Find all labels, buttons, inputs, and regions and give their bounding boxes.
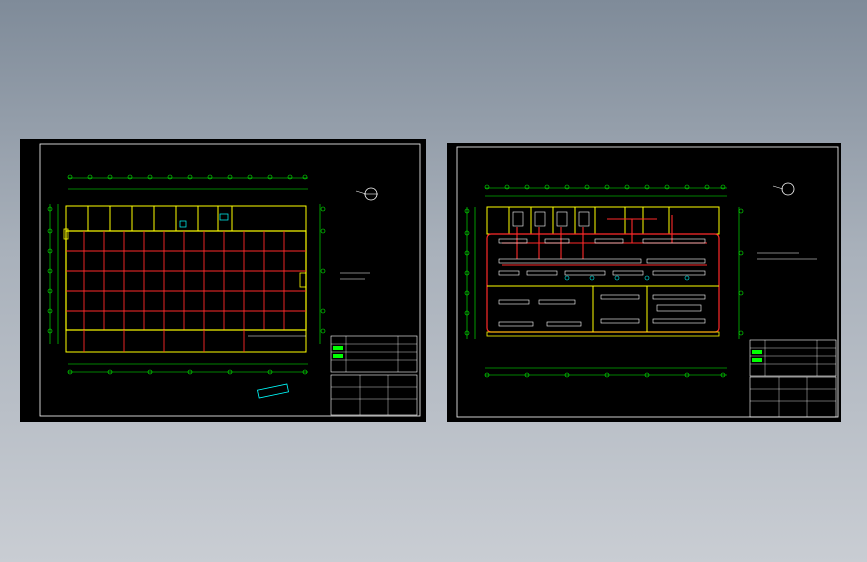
sheet-1-canvas bbox=[39, 143, 421, 417]
right-axis-markers bbox=[738, 208, 744, 336]
bottom-dimension-line bbox=[485, 367, 727, 376]
upper-rooms bbox=[65, 205, 307, 232]
title-block bbox=[749, 339, 837, 418]
upper-rooms bbox=[486, 206, 720, 235]
drawing-sheet-2 bbox=[447, 143, 841, 422]
top-dimension-line bbox=[485, 187, 727, 197]
left-dimension-line bbox=[49, 204, 59, 344]
top-axis-markers bbox=[67, 174, 308, 180]
top-dimension-line bbox=[68, 177, 308, 190]
left-dimension-line bbox=[466, 207, 476, 339]
north-arrow-icon bbox=[355, 187, 378, 201]
north-arrow-icon bbox=[772, 182, 795, 196]
main-hall-outline bbox=[65, 230, 307, 331]
side-door bbox=[299, 272, 307, 288]
equipment-valves bbox=[564, 275, 690, 281]
top-axis-markers bbox=[484, 184, 726, 190]
process-piping bbox=[502, 215, 707, 266]
structural-grid bbox=[66, 231, 306, 330]
sheet-2-canvas bbox=[456, 146, 839, 418]
main-hall bbox=[486, 233, 720, 337]
sheet-2-border bbox=[456, 146, 839, 418]
drawing-sheet-1 bbox=[20, 139, 426, 422]
title-block bbox=[330, 335, 418, 416]
lower-strip bbox=[65, 329, 307, 353]
revision-stamp bbox=[257, 383, 289, 399]
equipment-rows bbox=[498, 238, 706, 327]
bottom-dimension-line bbox=[68, 363, 308, 373]
right-axis-markers bbox=[320, 206, 326, 334]
